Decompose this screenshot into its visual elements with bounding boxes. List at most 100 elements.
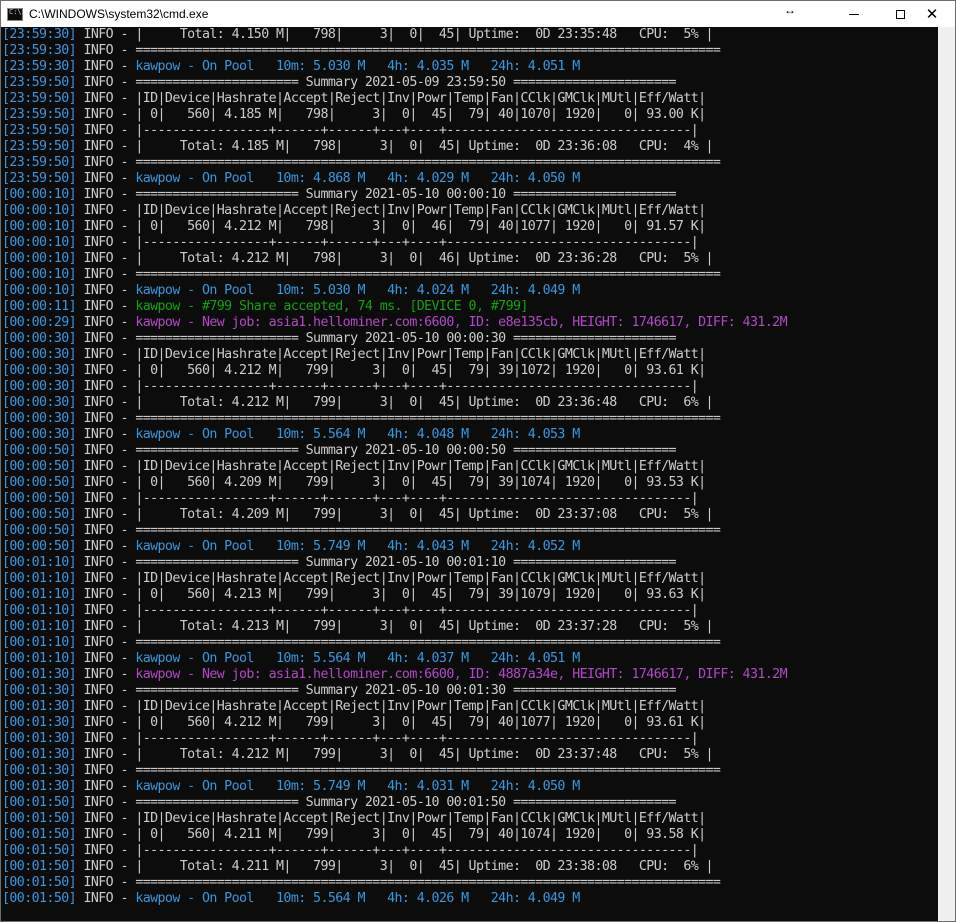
log-level: INFO — [83, 763, 114, 778]
log-timestamp: [23:59:50] — [2, 91, 77, 106]
log-message: kawpow - On Pool 10m: 4.868 M 4h: 4.029 … — [135, 171, 580, 186]
log-line: [00:01:30] INFO - kawpow - New job: asia… — [2, 667, 788, 682]
log-message: ========================================… — [135, 411, 721, 426]
log-timestamp: [23:59:30] — [2, 59, 77, 74]
log-timestamp: [00:00:50] — [2, 443, 77, 458]
log-line: [00:01:50] INFO - |ID|Device|Hashrate|Ac… — [2, 811, 706, 826]
log-message: kawpow - New job: asia1.hellominer.com:6… — [135, 315, 787, 330]
log-message: | Total: 4.209 M| 799| 3| 0| 45| Uptime:… — [135, 507, 713, 522]
log-timestamp: [00:00:10] — [2, 235, 77, 250]
log-level: INFO — [83, 683, 114, 698]
log-level: INFO — [83, 427, 114, 442]
log-level: INFO — [83, 811, 114, 826]
log-timestamp: [23:59:50] — [2, 75, 77, 90]
log-line: [00:01:30] INFO - kawpow - On Pool 10m: … — [2, 779, 580, 794]
log-level: INFO — [83, 667, 114, 682]
log-timestamp: [23:59:50] — [2, 155, 77, 170]
log-level: INFO — [83, 731, 114, 746]
minimize-button[interactable] — [831, 1, 877, 27]
log-level: INFO — [83, 699, 114, 714]
log-message: kawpow - New job: asia1.hellominer.com:6… — [135, 667, 787, 682]
log-timestamp: [00:01:30] — [2, 683, 77, 698]
log-message: |ID|Device|Hashrate|Accept|Reject|Inv|Po… — [135, 699, 706, 714]
log-timestamp: [00:00:30] — [2, 395, 77, 410]
log-timestamp: [23:59:30] — [2, 43, 77, 58]
log-timestamp: [00:00:30] — [2, 427, 77, 442]
log-line: [00:00:30] INFO - |ID|Device|Hashrate|Ac… — [2, 347, 706, 362]
minimize-icon — [849, 13, 859, 15]
log-timestamp: [00:01:50] — [2, 795, 77, 810]
log-timestamp: [00:01:10] — [2, 571, 77, 586]
log-line: [00:00:30] INFO - kawpow - On Pool 10m: … — [2, 427, 580, 442]
log-message: | Total: 4.213 M| 799| 3| 0| 45| Uptime:… — [135, 619, 713, 634]
window-title: C:\WINDOWS\system32\cmd.exe — [29, 7, 209, 21]
log-line: [00:01:30] INFO - | Total: 4.212 M| 799|… — [2, 747, 714, 762]
log-timestamp: [00:00:50] — [2, 475, 77, 490]
log-message: |-----------------+------+------+---+---… — [135, 123, 699, 138]
log-level: INFO — [83, 715, 114, 730]
log-message: | 0| 560| 4.212 M| 799| 3| 0| 45| 79| 39… — [135, 363, 706, 378]
log-line: [00:00:50] INFO - | Total: 4.209 M| 799|… — [2, 507, 714, 522]
log-message: |ID|Device|Hashrate|Accept|Reject|Inv|Po… — [135, 459, 706, 474]
log-timestamp: [00:01:50] — [2, 827, 77, 842]
log-level: INFO — [83, 747, 114, 762]
log-message: | 0| 560| 4.213 M| 799| 3| 0| 45| 79| 39… — [135, 587, 706, 602]
vertical-scrollbar[interactable] — [938, 27, 955, 921]
log-line: [00:01:30] INFO - ======================… — [2, 763, 721, 778]
log-level: INFO — [83, 875, 114, 890]
log-line: [00:00:10] INFO - |ID|Device|Hashrate|Ac… — [2, 203, 706, 218]
log-line: [00:00:50] INFO - |ID|Device|Hashrate|Ac… — [2, 459, 706, 474]
log-timestamp: [00:01:10] — [2, 555, 77, 570]
log-line: [00:00:50] INFO - ======================… — [2, 443, 677, 458]
title-bar[interactable]: C:\WINDOWS\system32\cmd.exe ↔ ✕ — [1, 1, 955, 27]
log-level: INFO — [83, 299, 114, 314]
log-line: [00:01:10] INFO - | 0| 560| 4.213 M| 799… — [2, 587, 706, 602]
log-timestamp: [00:00:10] — [2, 219, 77, 234]
log-level: INFO — [83, 603, 114, 618]
log-timestamp: [00:01:30] — [2, 715, 77, 730]
log-message: ========================================… — [135, 763, 721, 778]
log-message: kawpow - On Pool 10m: 5.030 M 4h: 4.024 … — [135, 283, 580, 298]
log-timestamp: [00:01:50] — [2, 875, 77, 890]
log-line: [00:01:50] INFO - ======================… — [2, 875, 721, 890]
log-level: INFO — [83, 491, 114, 506]
log-line: [00:00:30] INFO - |-----------------+---… — [2, 379, 699, 394]
log-timestamp: [23:59:30] — [2, 27, 77, 42]
log-timestamp: [00:00:10] — [2, 187, 77, 202]
log-line: [00:00:10] INFO - ======================… — [2, 187, 677, 202]
log-message: | Total: 4.212 M| 798| 3| 0| 46| Uptime:… — [135, 251, 713, 266]
console-output[interactable]: [23:59:30] INFO - | Total: 4.150 M| 798|… — [2, 27, 937, 921]
log-level: INFO — [83, 587, 114, 602]
log-message: ========================================… — [135, 523, 721, 538]
log-line: [23:59:50] INFO - ======================… — [2, 75, 677, 90]
log-level: INFO — [83, 27, 114, 42]
log-timestamp: [00:00:50] — [2, 491, 77, 506]
log-line: [23:59:50] INFO - |ID|Device|Hashrate|Ac… — [2, 91, 706, 106]
log-message: |-----------------+------+------+---+---… — [135, 491, 699, 506]
log-level: INFO — [83, 459, 114, 474]
log-level: INFO — [83, 571, 114, 586]
log-level: INFO — [83, 795, 114, 810]
close-button[interactable]: ✕ — [909, 1, 955, 27]
cmd-app-icon[interactable] — [7, 7, 23, 21]
log-level: INFO — [83, 475, 114, 490]
log-level: INFO — [83, 635, 114, 650]
log-message: ========================================… — [135, 43, 721, 58]
log-line: [00:01:50] INFO - kawpow - On Pool 10m: … — [2, 891, 580, 906]
log-line: [23:59:50] INFO - | Total: 4.185 M| 798|… — [2, 139, 714, 154]
log-line: [00:00:10] INFO - | 0| 560| 4.212 M| 798… — [2, 219, 706, 234]
log-level: INFO — [83, 843, 114, 858]
log-level: INFO — [83, 619, 114, 634]
log-timestamp: [23:59:50] — [2, 123, 77, 138]
log-timestamp: [00:01:10] — [2, 635, 77, 650]
log-message: ========================================… — [135, 635, 721, 650]
log-message: kawpow - On Pool 10m: 5.749 M 4h: 4.043 … — [135, 539, 580, 554]
log-message: ====================== Summary 2021-05-1… — [135, 795, 676, 810]
log-timestamp: [00:01:10] — [2, 603, 77, 618]
log-message: |-----------------+------+------+---+---… — [135, 603, 699, 618]
log-line: [00:00:50] INFO - |-----------------+---… — [2, 491, 699, 506]
log-timestamp: [00:00:50] — [2, 539, 77, 554]
log-message: | 0| 560| 4.211 M| 799| 3| 0| 45| 79| 40… — [135, 827, 706, 842]
log-level: INFO — [83, 507, 114, 522]
log-level: INFO — [83, 523, 114, 538]
